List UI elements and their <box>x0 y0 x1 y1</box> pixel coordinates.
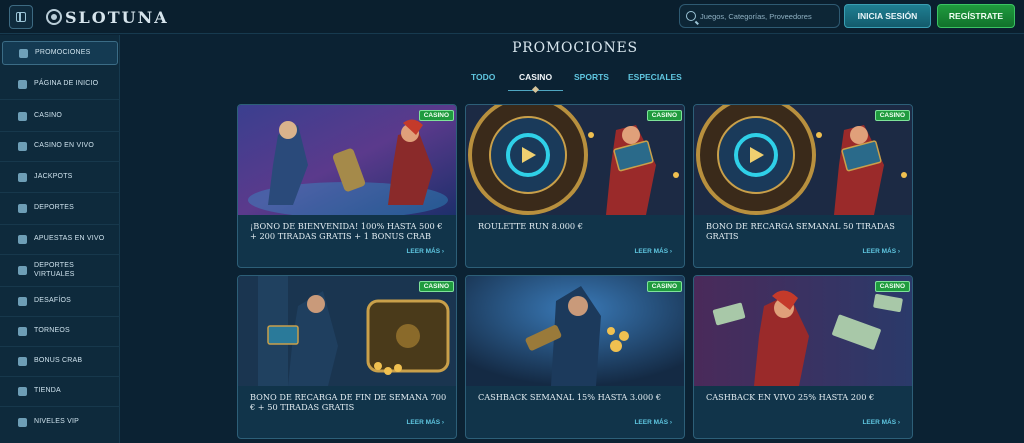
sidebar-toggle-button[interactable] <box>9 5 33 29</box>
slot-machine-icon <box>18 111 27 121</box>
read-more-link[interactable]: LEER MÁS › <box>634 248 672 255</box>
gift-icon <box>19 48 28 58</box>
sidebar-item-deportes[interactable]: DEPORTES <box>0 193 120 225</box>
sidebar-item-promociones[interactable]: PROMOCIONES <box>2 41 118 65</box>
sidebar-item-torneos[interactable]: TORNEOS <box>0 317 120 347</box>
promo-card[interactable]: CASINO ¡BONO DE BIENVENIDA! 100% HASTA 5… <box>237 104 457 268</box>
casino-badge: CASINO <box>646 281 682 292</box>
casino-badge: CASINO <box>418 110 454 121</box>
active-tab-indicator <box>508 90 563 91</box>
category-tabs: TODO CASINO SPORTS ESPECIALES <box>0 72 1024 92</box>
sidebar-item-label: APUESTAS EN VIVO <box>34 235 105 243</box>
read-more-link[interactable]: LEER MÁS › <box>862 248 900 255</box>
read-more-link[interactable]: LEER MÁS › <box>406 419 444 426</box>
clover-icon <box>18 172 27 182</box>
tab-especiales[interactable]: ESPECIALES <box>628 72 682 82</box>
diamond-icon <box>18 417 27 427</box>
screen-icon <box>18 235 27 244</box>
sidebar-item-desafios[interactable]: DESAFÍOS <box>0 287 120 317</box>
sidebar-item-label: NIVELES VIP <box>34 417 79 425</box>
read-more-link[interactable]: LEER MÁS › <box>634 419 672 426</box>
sidebar-item-label: DESAFÍOS <box>34 297 71 305</box>
sidebar-item-casino-en-vivo[interactable]: CASINO EN VIVO <box>0 132 120 162</box>
tab-sports[interactable]: SPORTS <box>574 72 609 82</box>
promo-image <box>694 276 912 386</box>
logo-text: SLOTUNA <box>65 7 169 27</box>
promo-title: ROULETTE RUN 8.000 € <box>478 221 583 231</box>
promo-image <box>466 105 684 215</box>
promo-title: BONO DE RECARGA SEMANAL 50 TIRADAS GRATI… <box>706 221 895 241</box>
sidebar-item-label: PROMOCIONES <box>35 48 91 56</box>
crab-icon <box>18 357 27 366</box>
promo-title: ¡BONO DE BIENVENIDA! 100% HASTA 500 € + … <box>250 221 443 241</box>
shop-icon <box>18 387 27 396</box>
casino-badge: CASINO <box>646 110 682 121</box>
promo-title: CASHBACK EN VIVO 25% HASTA 200 € <box>706 392 875 402</box>
promo-image <box>238 276 456 386</box>
medal-icon <box>18 297 27 306</box>
search-box[interactable] <box>679 4 840 28</box>
promo-card[interactable]: CASINO BONO DE RECARGA SEMANAL 50 TIRADA… <box>693 104 913 268</box>
promo-image <box>466 276 684 386</box>
sidebar-item-apuestas-en-vivo[interactable]: APUESTAS EN VIVO <box>0 225 120 255</box>
casino-badge: CASINO <box>418 281 454 292</box>
soccer-ball-icon <box>18 204 27 213</box>
casino-badge: CASINO <box>874 281 910 292</box>
sidebar-item-label: BONUS CRAB <box>34 357 83 365</box>
promo-card[interactable]: CASINO CASHBACK SEMANAL 15% HASTA 3.000 … <box>465 275 685 439</box>
sidebar-icon <box>16 12 26 22</box>
sidebar-item-bonus-crab[interactable]: BONUS CRAB <box>0 347 120 377</box>
promo-title: CASHBACK SEMANAL 15% HASTA 3.000 € <box>478 392 662 402</box>
promo-title: BONO DE RECARGA DE FIN DE SEMANA 700 € +… <box>250 392 447 412</box>
read-more-link[interactable]: LEER MÁS › <box>862 419 900 426</box>
search-icon <box>686 11 696 21</box>
logo-mark-icon <box>46 9 62 25</box>
promo-image <box>238 105 456 215</box>
sidebar-item-deportes-virtuales[interactable]: DEPORTES VIRTUALES <box>0 255 120 287</box>
casino-badge: CASINO <box>874 110 910 121</box>
promo-card[interactable]: CASINO BONO DE RECARGA DE FIN DE SEMANA … <box>237 275 457 439</box>
virtual-sports-icon <box>18 266 27 275</box>
promo-image <box>694 105 912 215</box>
sidebar-item-label: CASINO <box>34 111 63 119</box>
trophy-icon <box>18 327 27 336</box>
sidebar-item-label: DEPORTES <box>34 204 74 212</box>
sidebar-item-label: CASINO EN VIVO <box>34 142 94 150</box>
page-title: PROMOCIONES <box>512 40 638 56</box>
login-button[interactable]: INICIA SESIÓN <box>844 4 931 28</box>
cards-icon <box>18 142 27 151</box>
promo-card[interactable]: CASINO CASHBACK EN VIVO 25% HASTA 200 € … <box>693 275 913 439</box>
register-button[interactable]: REGÍSTRATE <box>937 4 1015 28</box>
tab-casino[interactable]: CASINO <box>519 72 552 82</box>
sidebar-item-jackpots[interactable]: JACKPOTS <box>0 162 120 193</box>
sidebar-item-casino[interactable]: CASINO <box>0 101 120 132</box>
tab-todo[interactable]: TODO <box>471 72 495 82</box>
search-input[interactable] <box>700 11 839 21</box>
logo[interactable]: SLOTUNA <box>46 6 169 28</box>
promo-card[interactable]: CASINO ROULETTE RUN 8.000 € LEER MÁS › <box>465 104 685 268</box>
sidebar-item-label: TORNEOS <box>34 327 70 335</box>
sidebar-item-tienda[interactable]: TIENDA <box>0 377 120 407</box>
read-more-link[interactable]: LEER MÁS › <box>406 248 444 255</box>
sidebar-item-niveles-vip[interactable]: NIVELES VIP <box>0 407 120 437</box>
sidebar-item-label: TIENDA <box>34 387 61 395</box>
sidebar-item-label: JACKPOTS <box>34 172 73 180</box>
sidebar-item-label: DEPORTES VIRTUALES <box>34 262 75 278</box>
sidebar: PROMOCIONES PÁGINA DE INICIO CASINO CASI… <box>0 35 120 443</box>
top-header: SLOTUNA INICIA SESIÓN REGÍSTRATE <box>0 0 1024 34</box>
